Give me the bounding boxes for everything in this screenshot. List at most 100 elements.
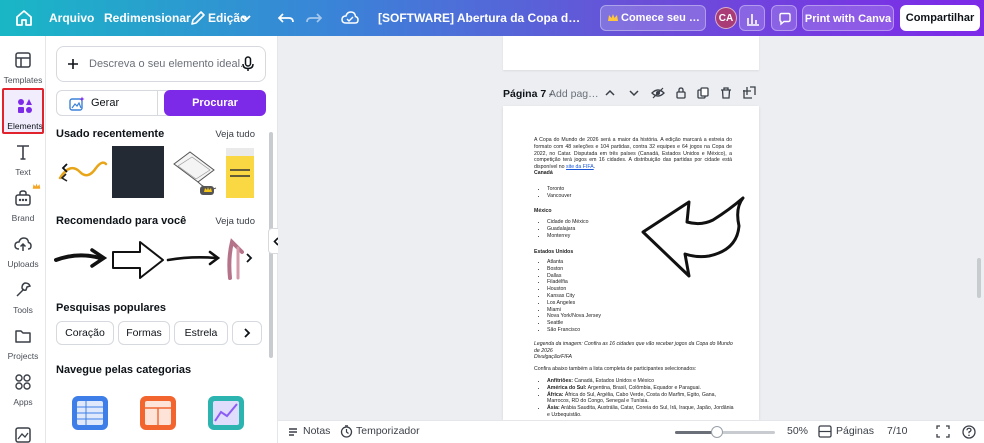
resize-menu[interactable]: Redimensionar	[104, 0, 191, 36]
rail-label-projects: Projects	[7, 351, 39, 361]
recommended-thin-arrow-thumbnail[interactable]	[166, 236, 222, 282]
city-list-item: Cidade do México	[547, 219, 589, 226]
intro-paragraph[interactable]: A Copa do Mundo de 2026 será a maior da …	[534, 137, 732, 171]
page-canvas[interactable]: A Copa do Mundo de 2026 será a maior da …	[503, 106, 759, 420]
outline-arrow-element[interactable]	[639, 192, 747, 284]
city-list-item: Kansas City	[547, 293, 601, 300]
category-tables-icon[interactable]	[70, 392, 110, 432]
undo-icon[interactable]	[276, 8, 296, 28]
redo-icon[interactable]	[304, 8, 324, 28]
previous-page[interactable]	[503, 36, 759, 70]
projects-icon	[15, 330, 31, 343]
rail-item-apps[interactable]: Apps	[0, 366, 46, 412]
print-with-canva-button[interactable]: Print with Canva	[802, 5, 894, 31]
edit-pencil-icon	[191, 11, 205, 25]
chevron-down-icon[interactable]	[627, 86, 641, 100]
popular-pill-shapes[interactable]: Formas	[118, 321, 170, 345]
microphone-icon[interactable]	[241, 56, 255, 72]
timer-button[interactable]: Temporizador	[356, 420, 420, 443]
rail-item-templates[interactable]: Templates	[0, 44, 46, 90]
usa-list: Atlanta Boston Dallas Filadélfia Houston…	[534, 259, 601, 334]
recent-sticky-note-thumbnail[interactable]	[224, 146, 254, 200]
intro-text: A Copa do Mundo de 2026 será a maior da …	[534, 137, 732, 171]
chevron-up-icon[interactable]	[603, 86, 617, 100]
duplicate-page-icon[interactable]	[696, 86, 710, 100]
notes-icon[interactable]	[287, 426, 299, 438]
cloud-saved-icon[interactable]	[340, 8, 360, 28]
lock-icon[interactable]	[674, 86, 688, 100]
uploads-icon	[14, 237, 32, 251]
canada-heading: Canadá	[534, 170, 553, 176]
rail-item-projects[interactable]: Projects	[0, 320, 46, 366]
page-title-input[interactable]: Add page title	[549, 88, 599, 100]
popular-title: Pesquisas populares	[56, 302, 167, 314]
city-list-item: Monterrey	[547, 233, 589, 240]
trash-icon[interactable]	[719, 86, 733, 100]
analytics-button[interactable]	[739, 5, 765, 31]
try-pro-label: Comece seu teste grátis	[621, 12, 703, 24]
chevron-right-icon[interactable]	[242, 327, 252, 339]
timer-icon[interactable]	[340, 425, 353, 438]
document-title[interactable]: [SOFTWARE] Abertura da Copa do Mundo hoj…	[378, 0, 584, 36]
crown-icon	[32, 183, 41, 189]
city-list-item: Boston	[547, 266, 601, 273]
city-list-item: Miami	[547, 307, 601, 314]
text-icon	[17, 145, 29, 160]
plus-icon	[68, 59, 78, 69]
pages-icon[interactable]	[818, 425, 832, 438]
category-frames-icon[interactable]	[138, 392, 178, 432]
popular-pill-heart[interactable]: Coração	[56, 321, 114, 345]
rail-item-brand[interactable]: Brand	[0, 182, 46, 228]
chevron-left-icon[interactable]	[60, 162, 70, 174]
share-button[interactable]: Compartilhar	[900, 5, 980, 31]
city-list-item: Los Angeles	[547, 300, 601, 307]
canvas-scrollbar[interactable]	[977, 258, 981, 298]
recommended-outline-arrow-thumbnail[interactable]	[110, 236, 166, 282]
avatar[interactable]: CA	[715, 7, 737, 29]
generate-button[interactable]: Gerar	[56, 90, 158, 116]
city-list-item: Guadalajara	[547, 226, 589, 233]
ai-image-icon	[69, 96, 85, 111]
try-pro-button[interactable]: Comece seu teste grátis	[600, 5, 706, 31]
recent-laptop-hand-thumbnail[interactable]	[168, 148, 220, 198]
hide-page-icon[interactable]	[651, 86, 665, 100]
participant-teams: África do Sul, Argélia, Cabo Verde, Cost…	[547, 391, 716, 405]
recommended-title: Recomendado para você	[56, 215, 187, 227]
file-menu[interactable]: Arquivo	[49, 0, 94, 36]
city-list-item: Toronto	[547, 186, 571, 193]
zoom-slider-knob[interactable]	[711, 426, 723, 438]
notes-button[interactable]: Notas	[303, 420, 330, 443]
comments-button[interactable]	[771, 5, 797, 31]
recommended-see-all-link[interactable]: Veja tudo	[215, 216, 255, 227]
participant-item: América do Sul: Argentina, Brasil, Colôm…	[547, 385, 734, 392]
mexico-list: Cidade do México Guadalajara Monterrey	[534, 219, 589, 239]
recent-dark-square-thumbnail[interactable]	[112, 146, 164, 198]
rail-label-brand: Brand	[11, 213, 35, 223]
city-list-item: Filadélfia	[547, 279, 601, 286]
chevron-down-icon[interactable]	[240, 8, 252, 28]
home-icon[interactable]	[14, 8, 34, 28]
rail-item-elements[interactable]: Elements	[2, 88, 44, 134]
magic-media-icon[interactable]	[13, 425, 33, 443]
rail-item-uploads[interactable]: Uploads	[0, 228, 46, 274]
tools-icon	[16, 282, 31, 297]
popular-pill-star[interactable]: Estrela	[174, 321, 228, 345]
fullscreen-icon[interactable]	[936, 425, 950, 438]
brand-icon	[15, 190, 31, 206]
chevron-right-icon[interactable]	[244, 252, 254, 264]
participant-item: Anfitriões: Canadá, Estados Unidos e Méx…	[547, 378, 734, 385]
fifa-link[interactable]: site da FIFA	[566, 164, 594, 170]
category-charts-icon[interactable]	[206, 392, 246, 432]
recent-see-all-link[interactable]: Veja tudo	[215, 129, 255, 140]
pages-button[interactable]: Páginas	[836, 420, 874, 443]
recommended-brush-arrow-thumbnail[interactable]	[54, 236, 108, 282]
rail-item-text[interactable]: Text	[0, 136, 46, 182]
rail-item-tools[interactable]: Tools	[0, 274, 46, 320]
add-page-icon[interactable]	[742, 86, 756, 100]
search-button[interactable]: Procurar	[164, 90, 266, 116]
help-icon[interactable]	[962, 425, 976, 439]
top-bar: Arquivo Redimensionar Edição [SOFTWARE] …	[0, 0, 984, 36]
zoom-level[interactable]: 50%	[787, 420, 808, 443]
rail-label-tools: Tools	[13, 305, 33, 315]
search-input[interactable]: Descreva o seu elemento ideal.	[56, 46, 266, 82]
